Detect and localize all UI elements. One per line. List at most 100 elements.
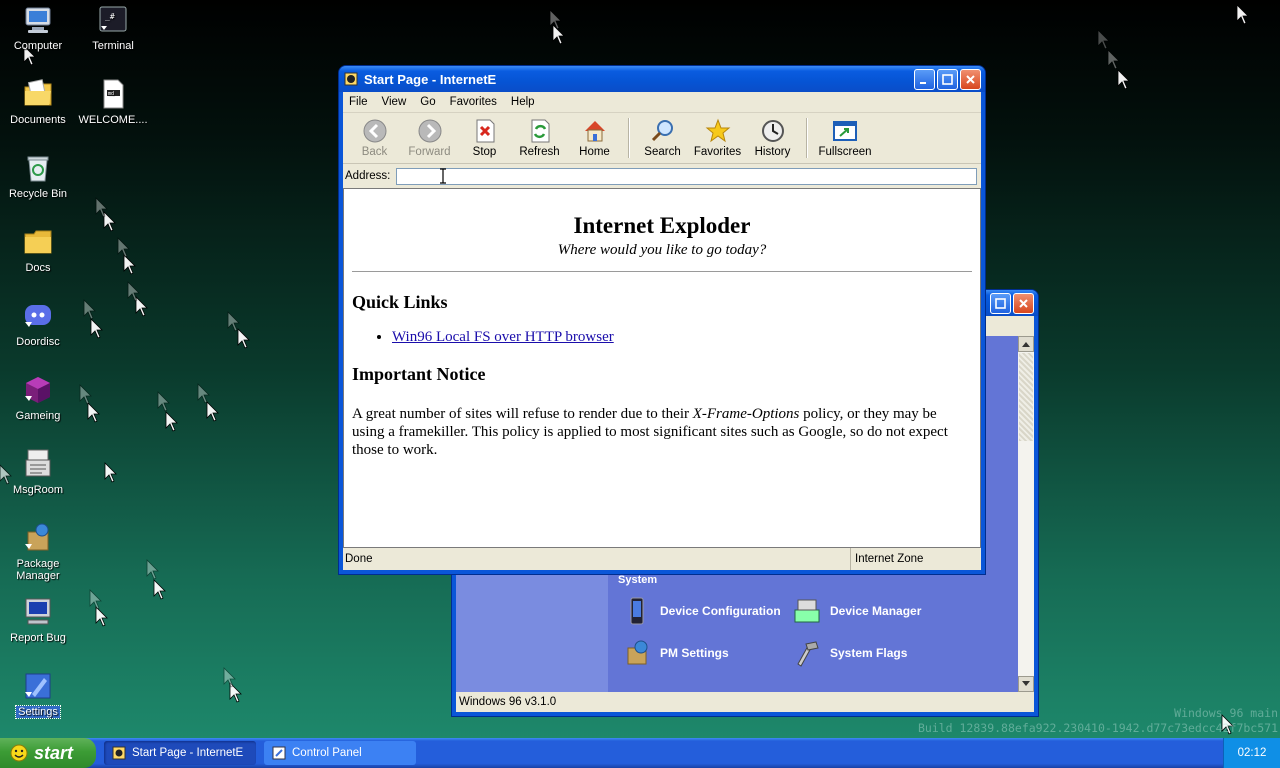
browser-window[interactable]: Start Page - InternetE File View Go Favo…: [339, 66, 985, 574]
search-label: Search: [644, 146, 681, 158]
minimize-button[interactable]: [914, 68, 935, 90]
refresh-button[interactable]: Refresh: [512, 118, 567, 163]
menu-view[interactable]: View: [382, 96, 407, 108]
stop-button[interactable]: Stop: [457, 118, 512, 163]
history-button[interactable]: History: [745, 118, 800, 163]
taskbar: start Start Page - InternetE Control Pan…: [0, 738, 1280, 768]
close-button[interactable]: [960, 68, 981, 90]
status-bar: Done Internet Zone: [343, 548, 981, 570]
menu-help[interactable]: Help: [511, 96, 535, 108]
maximize-button[interactable]: [937, 68, 958, 90]
stop-icon: [476, 119, 494, 143]
star-icon: [705, 118, 730, 143]
control-panel-statusbar: Windows 96 v3.1.0: [459, 696, 557, 708]
recycle-bin-icon: [27, 156, 49, 182]
desktop-icon-terminal[interactable]: _# Terminal: [76, 4, 150, 52]
browser-titlebar[interactable]: Start Page - InternetE: [339, 66, 985, 92]
system-flags-icon: [797, 641, 819, 667]
refresh-label: Refresh: [519, 146, 560, 158]
forward-button[interactable]: Forward: [402, 118, 457, 163]
forward-label: Forward: [408, 146, 451, 158]
page-tagline: Where would you like to go today?: [557, 242, 767, 258]
svg-text:md: md: [108, 91, 114, 97]
desktop-icon-docs[interactable]: Docs: [1, 226, 75, 274]
arrow-up-icon: [1022, 342, 1030, 347]
notice-heading: Important Notice: [352, 364, 486, 384]
horizontal-rule: [352, 271, 972, 272]
scroll-up-button[interactable]: [1018, 336, 1034, 352]
status-text: Done: [343, 548, 851, 570]
zone-indicator: Internet Zone: [855, 553, 924, 565]
page-heading: Internet Exploder: [573, 213, 751, 238]
desktop-icon-label: Terminal: [92, 40, 134, 52]
notice-paragraph: A great number of sites will refuse to r…: [352, 405, 972, 459]
taskbar-button-control-panel[interactable]: Control Panel: [264, 741, 416, 765]
back-arrow-icon: [363, 119, 386, 143]
notice-text-start: A great number of sites will refuse to r…: [352, 406, 693, 422]
desktop-icon-gameing[interactable]: Gameing: [1, 374, 75, 422]
stop-label: Stop: [472, 146, 497, 158]
menu-file[interactable]: File: [349, 96, 368, 108]
menu-go[interactable]: Go: [420, 96, 435, 108]
search-button[interactable]: Search: [635, 118, 690, 163]
documents-icon: [24, 79, 52, 106]
terminal-icon: _#: [99, 6, 127, 32]
desktop-icon-label: Gameing: [15, 410, 61, 422]
scroll-down-button[interactable]: [1018, 676, 1034, 692]
msgroom-icon: [25, 449, 51, 477]
quick-link[interactable]: Win96 Local FS over HTTP browser: [392, 329, 614, 345]
desktop-icon-settings[interactable]: Settings: [1, 670, 75, 719]
desktop-icon-documents[interactable]: Documents: [1, 78, 75, 126]
watermark-line-2: Build 12839.88efa922.230410-1942.d77c73e…: [917, 721, 1278, 735]
vertical-scrollbar[interactable]: [1018, 336, 1034, 692]
device-manager-item[interactable]: Device Manager: [792, 596, 921, 626]
taskbar-button-label: Start Page - InternetE: [132, 747, 244, 759]
text-file-icon: md: [103, 79, 124, 109]
desktop-icon-computer[interactable]: Computer: [1, 4, 75, 52]
back-button[interactable]: Back: [347, 118, 402, 163]
desktop-icon-label: Settings: [15, 705, 61, 719]
system-flags-item[interactable]: System Flags: [792, 638, 907, 668]
address-input[interactable]: [396, 167, 977, 185]
desktop-icon-report-bug[interactable]: Report Bug: [1, 596, 75, 644]
scroll-thumb[interactable]: [1019, 353, 1033, 441]
desktop-icon-label: MsgRoom: [12, 484, 64, 496]
report-bug-icon: [25, 598, 51, 625]
favorites-button[interactable]: Favorites: [690, 118, 745, 163]
svg-text:_#: _#: [105, 12, 115, 21]
maximize-button[interactable]: [990, 292, 1011, 314]
desktop-icon-welcome[interactable]: md WELCOME....: [76, 78, 150, 126]
menu-favorites[interactable]: Favorites: [450, 96, 497, 108]
search-icon: [651, 120, 673, 142]
item-label: PM Settings: [660, 646, 729, 660]
desktop-icon-recycle-bin[interactable]: Recycle Bin: [1, 152, 75, 200]
browser-client: File View Go Favorites Help Back Forward…: [343, 92, 981, 570]
desktop-icon-msgroom[interactable]: MsgRoom: [1, 448, 75, 496]
taskbar-button-browser[interactable]: Start Page - InternetE: [104, 741, 256, 765]
desktop-icon-package-manager[interactable]: Package Manager: [1, 522, 75, 582]
history-label: History: [754, 146, 791, 158]
desktop-icon-doordisc[interactable]: Doordisc: [1, 300, 75, 348]
system-tray: 02:12: [1223, 738, 1280, 768]
fullscreen-label: Fullscreen: [818, 146, 872, 158]
desktop-icon-label: Docs: [25, 262, 51, 274]
address-label: Address:: [345, 170, 391, 182]
history-icon: [761, 120, 784, 142]
start-button[interactable]: start: [0, 738, 96, 768]
item-label: System Flags: [830, 646, 908, 660]
device-configuration-item[interactable]: Device Configuration: [622, 596, 781, 626]
close-button[interactable]: [1013, 292, 1034, 314]
doordisc-icon: [25, 305, 51, 327]
home-label: Home: [579, 146, 610, 158]
clock[interactable]: 02:12: [1238, 747, 1267, 759]
maximize-icon: [995, 297, 1006, 309]
page-viewport[interactable]: Internet Exploder Where would you like t…: [343, 188, 981, 548]
desktop-icon-label: Report Bug: [10, 632, 66, 644]
favorites-label: Favorites: [693, 146, 742, 158]
fullscreen-button[interactable]: Fullscreen: [813, 118, 877, 163]
device-manager-icon: [794, 599, 820, 623]
quick-links-heading: Quick Links: [352, 292, 448, 312]
back-label: Back: [361, 146, 388, 158]
pm-settings-item[interactable]: PM Settings: [622, 638, 729, 668]
home-button[interactable]: Home: [567, 118, 622, 163]
